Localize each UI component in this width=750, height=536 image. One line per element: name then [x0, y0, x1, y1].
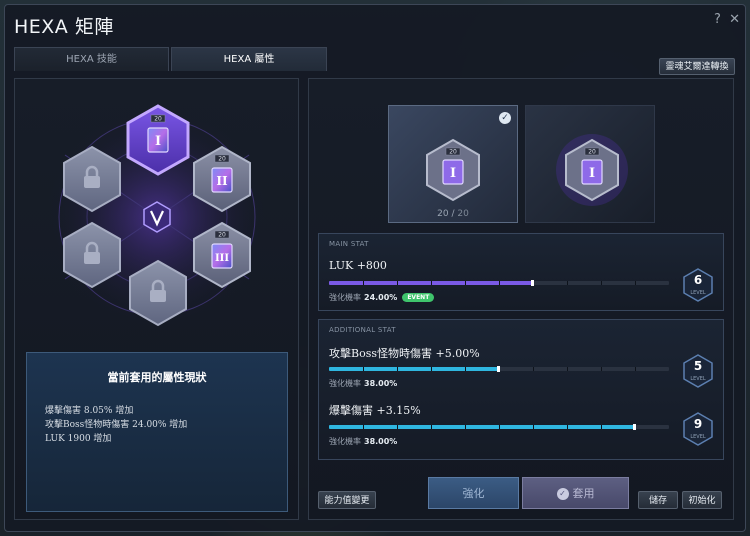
- additional-stat-progress-fill: [329, 425, 635, 429]
- core-level-label: 20: [449, 149, 457, 156]
- progress-tick: [397, 425, 398, 429]
- reset-button[interactable]: 初始化: [682, 491, 722, 509]
- apply-label: 套用: [572, 487, 595, 500]
- close-icon[interactable]: ✕: [729, 12, 740, 27]
- progress-tick: [431, 425, 432, 429]
- progress-tick: [431, 281, 432, 285]
- progress-tick: [567, 367, 568, 371]
- node-level-label: 20: [218, 156, 226, 163]
- window-title: HEXA 矩陣: [14, 16, 114, 38]
- additional-stat-progress-bar: [329, 424, 669, 430]
- tab-hexa-stat[interactable]: HEXA 屬性: [171, 47, 327, 71]
- stat-core-icon: 20 I: [556, 134, 628, 206]
- additional-stat-box: ADDITIONAL STAT 攻擊Boss怪物時傷害 +5.00% 強化機率 3…: [318, 319, 724, 460]
- progress-tick: [363, 367, 364, 371]
- additional-stat-rate: 強化機率 38.00%: [329, 378, 397, 389]
- core-count-separator: /: [451, 209, 455, 219]
- soul-erda-convert-button[interactable]: 靈魂艾爾達轉換: [659, 58, 735, 75]
- progress-tick: [601, 425, 602, 429]
- stat-node-1[interactable]: 20 I: [126, 104, 190, 176]
- apply-button[interactable]: ✓ 套用: [522, 477, 629, 509]
- main-stat-name: LUK +800: [329, 259, 387, 272]
- main-stat-progress-bar: [329, 280, 669, 286]
- hex-grid: 20 I 20 II 20 III: [47, 104, 267, 327]
- event-badge: EVENT: [402, 293, 435, 302]
- roman-numeral-icon: III: [215, 253, 229, 264]
- progress-knob: [633, 424, 636, 430]
- stat-core-icon: 20 I: [426, 138, 480, 202]
- rate-value: 38.00%: [364, 437, 398, 446]
- progress-tick: [397, 367, 398, 371]
- progress-tick: [465, 367, 466, 371]
- progress-tick: [533, 425, 534, 429]
- progress-tick: [635, 281, 636, 285]
- core-count-max: 20: [457, 209, 469, 219]
- node-level-label: 20: [218, 232, 226, 239]
- progress-tick: [431, 367, 432, 371]
- status-title: 當前套用的屬性現狀: [107, 371, 207, 384]
- help-icon[interactable]: ?: [714, 12, 721, 27]
- core-level-label: 20: [588, 149, 596, 156]
- progress-tick: [499, 425, 500, 429]
- window-controls: ? ✕: [710, 12, 740, 27]
- tab-bar: HEXA 技能 HEXA 屬性: [14, 47, 327, 71]
- roman-numeral-icon: I: [155, 134, 161, 149]
- stat-core-card[interactable]: 20 I: [525, 105, 655, 223]
- rate-value: 24.00%: [364, 293, 398, 302]
- progress-tick: [533, 367, 534, 371]
- progress-tick: [601, 367, 602, 371]
- change-ability-button[interactable]: 能力值變更: [318, 491, 376, 509]
- additional-stat-level-badge: 5 LEVEL: [681, 354, 715, 388]
- progress-tick: [363, 281, 364, 285]
- node-level-label: 20: [154, 116, 162, 123]
- progress-tick: [363, 425, 364, 429]
- additional-stat-header: ADDITIONAL STAT: [329, 326, 396, 334]
- main-stat-rate: 強化機率 24.00% EVENT: [329, 292, 435, 303]
- progress-tick: [465, 425, 466, 429]
- additional-stat-level-badge: 9 LEVEL: [681, 412, 715, 446]
- status-line: LUK 1900 增加: [45, 434, 112, 444]
- progress-tick: [397, 281, 398, 285]
- progress-tick: [465, 281, 466, 285]
- v-emblem-icon: [143, 201, 171, 233]
- roman-numeral-icon: II: [216, 174, 228, 188]
- roman-numeral-icon: I: [589, 166, 595, 181]
- level-label: LEVEL: [690, 434, 706, 440]
- level-number: 9: [693, 417, 703, 431]
- level-number: 5: [693, 359, 703, 373]
- main-stat-level-badge: 6 LEVEL: [681, 268, 715, 302]
- stat-core-card-selected[interactable]: ✓ 20 I 20 / 20: [388, 105, 518, 223]
- progress-knob: [531, 280, 534, 286]
- additional-stat-progress-bar: [329, 366, 669, 372]
- level-label: LEVEL: [690, 376, 706, 382]
- rate-label: 強化機率: [329, 379, 361, 388]
- status-line: 爆擊傷害 8.05% 增加: [45, 406, 134, 416]
- core-count-current: 20: [437, 209, 449, 219]
- rate-value: 38.00%: [364, 379, 398, 388]
- progress-tick: [567, 281, 568, 285]
- rate-label: 強化機率: [329, 293, 361, 302]
- check-circle-icon: ✓: [556, 488, 569, 500]
- enhance-button[interactable]: 強化: [428, 477, 519, 509]
- level-number: 6: [693, 273, 703, 287]
- progress-tick: [601, 281, 602, 285]
- progress-tick: [635, 367, 636, 371]
- additional-stat-rate: 強化機率 38.00%: [329, 436, 397, 447]
- progress-tick: [567, 425, 568, 429]
- additional-stat-progress-fill: [329, 367, 499, 371]
- status-line: 攻擊Boss怪物時傷害 24.00% 增加: [45, 420, 188, 430]
- main-stat-header: MAIN STAT: [329, 240, 369, 248]
- main-stat-box: MAIN STAT LUK +800 強化機率 24.00% EVENT 6 LEV…: [318, 233, 724, 311]
- save-button[interactable]: 儲存: [638, 491, 678, 509]
- additional-stat-name: 爆擊傷害 +3.15%: [329, 404, 421, 417]
- current-stat-status-box: 當前套用的屬性現狀 爆擊傷害 8.05% 增加 攻擊Boss怪物時傷害 24.0…: [26, 352, 288, 512]
- progress-knob: [497, 366, 500, 372]
- roman-numeral-icon: I: [450, 166, 456, 181]
- rate-label: 強化機率: [329, 437, 361, 446]
- level-label: LEVEL: [690, 290, 706, 296]
- additional-stat-name: 攻擊Boss怪物時傷害 +5.00%: [329, 347, 480, 360]
- core-count: 20 / 20: [389, 209, 517, 219]
- tab-hexa-skill[interactable]: HEXA 技能: [14, 47, 169, 71]
- progress-tick: [499, 281, 500, 285]
